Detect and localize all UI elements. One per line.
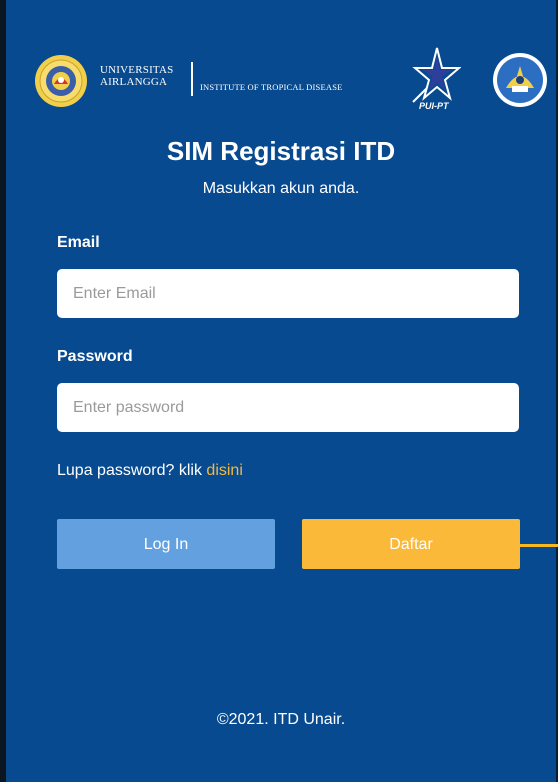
puipt-text: PUI-PT: [419, 101, 450, 111]
password-label: Password: [57, 348, 133, 365]
puipt-star-icon: PUI-PT: [412, 47, 461, 111]
forgot-password-link[interactable]: disini: [206, 462, 242, 479]
password-field[interactable]: [57, 383, 519, 432]
register-connector-line: [520, 544, 558, 547]
page-title: SIM Registrasi ITD: [166, 136, 396, 166]
institute-name: INSTITUTE OF TROPICAL DISEASE: [200, 82, 343, 92]
footer-copyright: ©2021. ITD Unair.: [216, 711, 346, 728]
forgot-password-row: Lupa password? klik disini: [57, 462, 243, 480]
kemdikbud-logo-icon: [493, 53, 547, 107]
university-line2: AIRLANGGA: [100, 76, 168, 88]
university-line1: UNIVERSITAS: [100, 64, 174, 76]
login-button[interactable]: Log In: [57, 519, 275, 569]
airlangga-seal-icon: [35, 55, 87, 107]
email-label: Email: [57, 234, 100, 251]
forgot-password-text: Lupa password? klik: [57, 462, 207, 479]
logo-divider: [191, 62, 193, 96]
register-button[interactable]: Daftar: [302, 519, 520, 569]
page-subtitle: Masukkan akun anda.: [202, 180, 360, 197]
login-page: UNIVERSITAS AIRLANGGA INSTITUTE OF TROPI…: [0, 0, 558, 782]
email-field[interactable]: [57, 269, 519, 318]
university-name: UNIVERSITAS AIRLANGGA: [100, 64, 173, 88]
logo-row: UNIVERSITAS AIRLANGGA INSTITUTE OF TROPI…: [34, 46, 554, 114]
